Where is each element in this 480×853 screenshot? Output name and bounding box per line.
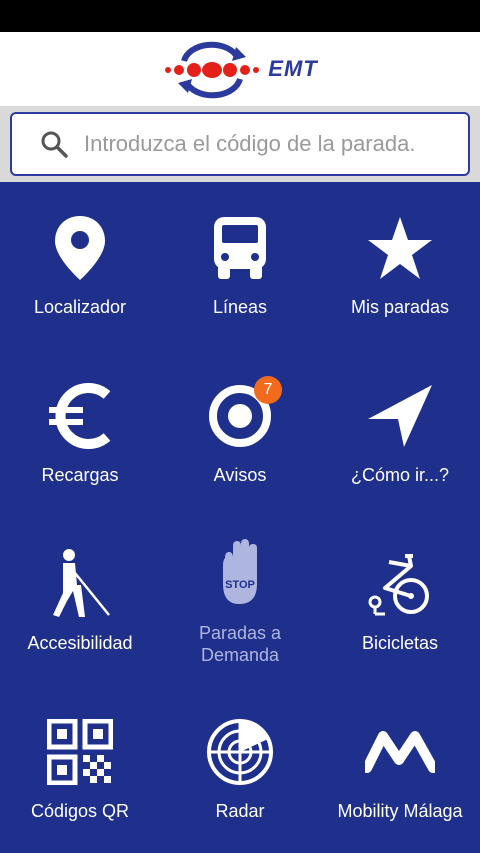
- menu-item-accesibilidad[interactable]: Accesibilidad: [0, 518, 160, 686]
- status-bar: [0, 0, 480, 32]
- emt-logo: EMT: [162, 39, 317, 99]
- notification-badge: 7: [254, 376, 282, 404]
- navigation-arrow-icon: [360, 380, 440, 452]
- menu-item-label: Avisos: [213, 465, 267, 485]
- menu-item-label: Accesibilidad: [27, 633, 133, 653]
- menu-item-localizador[interactable]: Localizador: [0, 182, 160, 350]
- menu-item-label: Radar: [215, 801, 265, 821]
- menu-item-label: Bicicletas: [361, 633, 439, 653]
- emt-logo-icon: [165, 41, 260, 99]
- location-pin-icon: [40, 212, 120, 284]
- app-header: EMT: [0, 32, 480, 106]
- menu-item-label: Mobility Málaga: [337, 801, 463, 821]
- menu-item-lineas[interactable]: Líneas: [160, 182, 320, 350]
- qr-code-icon: [40, 716, 120, 788]
- menu-item-paradas-a-demanda[interactable]: STOP Paradas a Demanda: [160, 518, 320, 686]
- star-icon: [360, 212, 440, 284]
- menu-item-bicicletas[interactable]: Bicicletas: [320, 518, 480, 686]
- menu-item-label: Localizador: [33, 297, 127, 317]
- menu-item-label: Paradas a Demanda: [198, 623, 282, 665]
- menu-item-radar[interactable]: Radar: [160, 686, 320, 853]
- menu-item-label: Mis paradas: [350, 297, 450, 317]
- menu-grid: Localizador Líneas Mis paradas Recargas …: [0, 182, 480, 853]
- svg-text:STOP: STOP: [225, 579, 255, 591]
- menu-item-label: ¿Cómo ir...?: [350, 465, 450, 485]
- search-box[interactable]: [10, 112, 470, 176]
- bus-icon: [200, 212, 280, 284]
- menu-item-como-ir[interactable]: ¿Cómo ir...?: [320, 350, 480, 518]
- alert-target-icon: 7: [200, 376, 282, 452]
- search-area: [0, 106, 480, 182]
- menu-item-label: Líneas: [212, 297, 268, 317]
- logo-text: EMT: [268, 56, 318, 81]
- mobility-logo-icon: [360, 716, 440, 788]
- menu-item-codigos-qr[interactable]: Códigos QR: [0, 686, 160, 853]
- menu-item-mobility-malaga[interactable]: Mobility Málaga: [320, 686, 480, 853]
- bicycle-icon: [360, 548, 440, 620]
- search-input[interactable]: [84, 131, 464, 157]
- menu-item-mis-paradas[interactable]: Mis paradas: [320, 182, 480, 350]
- euro-icon: [40, 380, 120, 452]
- stop-hand-icon: STOP: [200, 536, 280, 608]
- menu-item-recargas[interactable]: Recargas: [0, 350, 160, 518]
- search-icon: [41, 131, 68, 158]
- menu-item-avisos[interactable]: 7 Avisos: [160, 350, 320, 518]
- menu-item-label: Recargas: [41, 465, 119, 485]
- blind-person-icon: [40, 548, 120, 620]
- radar-icon: [200, 716, 280, 788]
- menu-item-label: Códigos QR: [30, 801, 130, 821]
